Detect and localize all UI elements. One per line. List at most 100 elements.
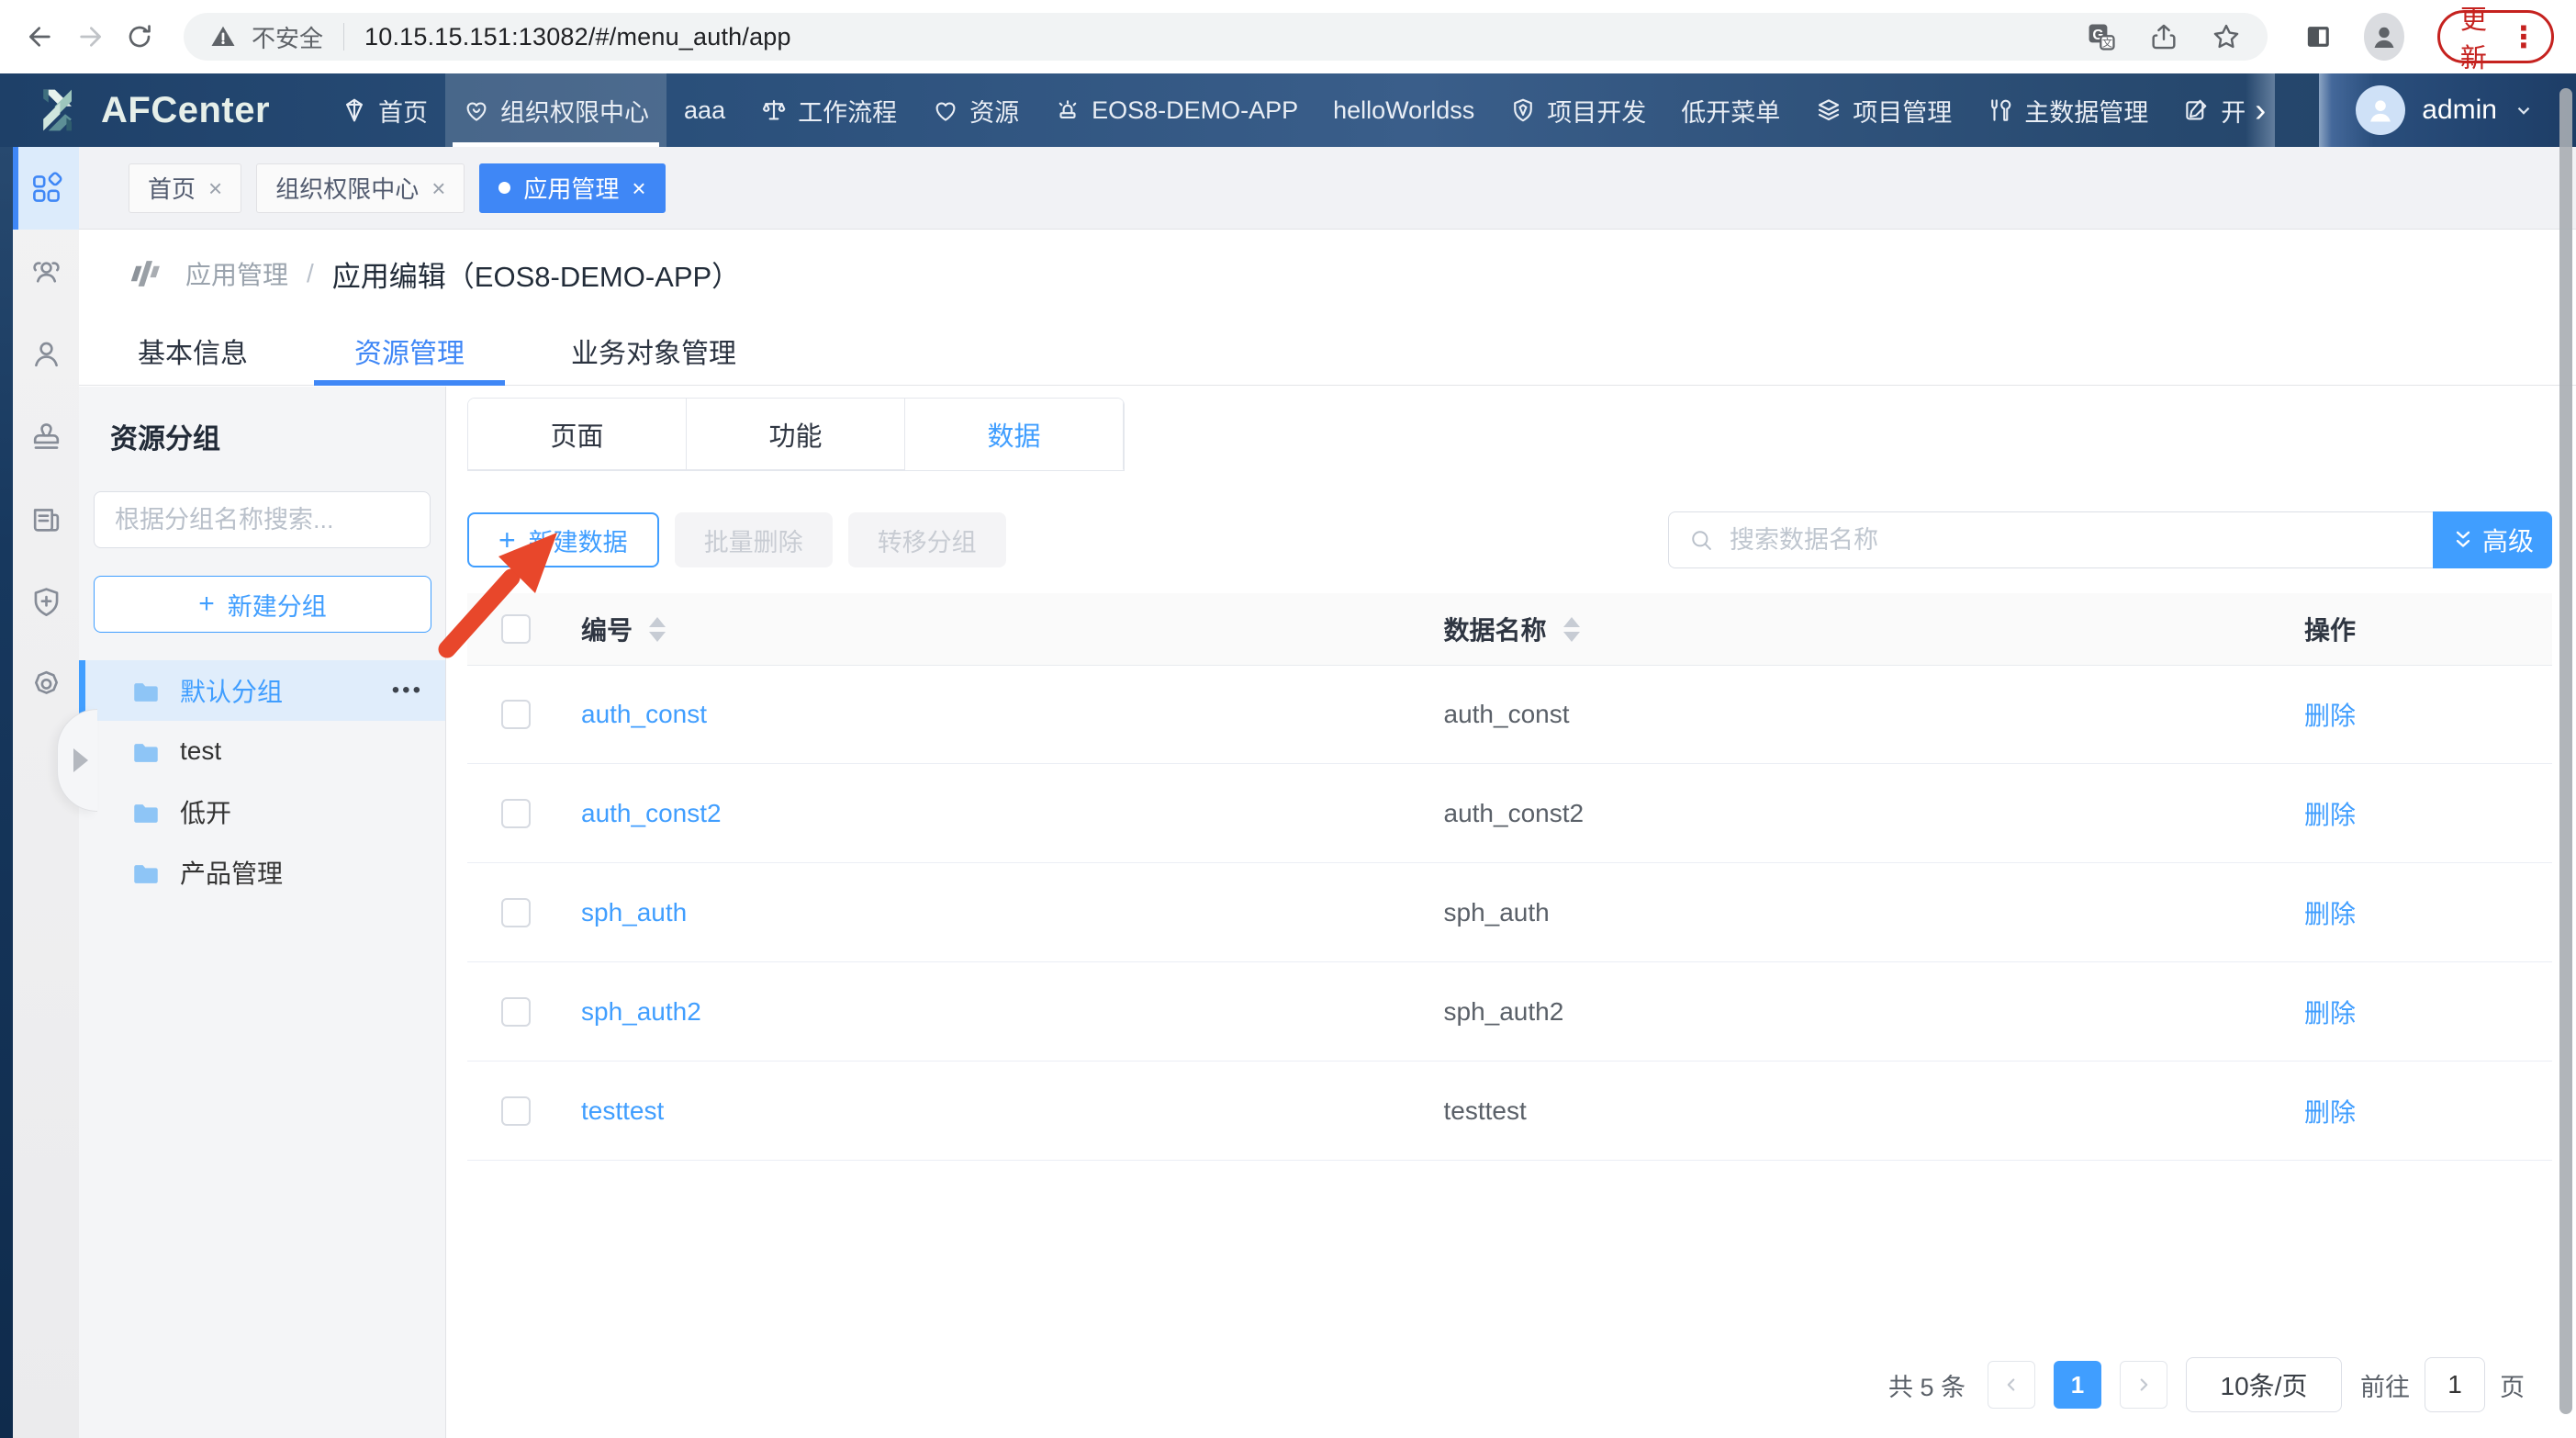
window-edge-strip <box>0 73 13 1438</box>
group-list-item[interactable]: 默认分组 ••• <box>79 660 445 721</box>
profile-icon[interactable] <box>2364 13 2404 61</box>
row-checkbox[interactable] <box>501 997 531 1027</box>
header-nav-item[interactable]: 项目开发 <box>1492 73 1663 147</box>
close-icon[interactable]: × <box>208 176 222 200</box>
sidebar-rail-item[interactable] <box>13 395 79 477</box>
sidebar-rail-item[interactable] <box>13 560 79 643</box>
sidebar-rail-item[interactable] <box>13 230 79 312</box>
row-id-link[interactable]: auth_const2 <box>581 799 722 828</box>
breadcrumb-section[interactable]: 应用管理 <box>185 255 288 292</box>
sidebar-rail-item[interactable] <box>13 312 79 395</box>
group-list-item[interactable]: 产品管理 ••• <box>79 842 445 903</box>
group-list-item[interactable]: test ••• <box>79 721 445 781</box>
row-id-link[interactable]: testtest <box>581 1096 664 1126</box>
transfer-group-button[interactable]: 转移分组 <box>848 512 1006 567</box>
advanced-label: 高级 <box>2482 522 2534 558</box>
header-nav-item[interactable]: 项目管理 <box>1798 73 1969 147</box>
delete-link[interactable]: 删除 <box>2304 702 2356 730</box>
side-panel-icon[interactable] <box>2304 20 2333 53</box>
new-group-button[interactable]: + 新建分组 <box>94 576 431 633</box>
page-tab[interactable]: 业务对象管理 <box>571 317 736 385</box>
close-icon[interactable]: × <box>431 176 445 200</box>
row-name: sph_auth <box>1444 898 1550 927</box>
share-icon[interactable] <box>2148 21 2179 52</box>
column-header-name[interactable]: 数据名称 <box>1444 611 1547 647</box>
page-size-select[interactable]: 10条/页 <box>2186 1357 2342 1412</box>
select-all-checkbox[interactable] <box>501 614 531 644</box>
delete-link[interactable]: 删除 <box>2304 801 2356 829</box>
header-nav-item[interactable]: 低开菜单 <box>1663 73 1798 147</box>
translate-icon[interactable]: G文 <box>2086 21 2117 52</box>
reload-icon[interactable] <box>121 18 158 55</box>
delete-link[interactable]: 删除 <box>2304 1098 2356 1127</box>
header-nav-item[interactable]: aaa <box>666 73 743 147</box>
resource-type-tab[interactable]: 页面 <box>468 399 687 470</box>
row-checkbox[interactable] <box>501 700 531 729</box>
header-nav: 首页 组织权限中心 aaa 工作流程 资源 EOS8-DEMO-APP hell… <box>323 73 2246 147</box>
resource-type-tab[interactable]: 功能 <box>687 399 905 470</box>
header-nav-item[interactable]: helloWorldss <box>1316 73 1492 147</box>
sort-icon[interactable] <box>649 617 666 642</box>
back-icon[interactable] <box>22 18 59 55</box>
page-tab[interactable]: 基本信息 <box>138 317 248 385</box>
main-content: 页面 功能 数据 + 新建数据 批量删除 转移分组 高级 <box>446 387 2576 1438</box>
header-nav-item[interactable]: 主数据管理 <box>1969 73 2166 147</box>
header-nav-item[interactable]: EOS8-DEMO-APP <box>1036 73 1316 147</box>
heart-badge-icon <box>463 96 490 124</box>
folder-icon <box>130 859 162 886</box>
nav-overflow-chevron-icon[interactable]: › <box>2246 73 2275 147</box>
sidebar-rail-item[interactable] <box>13 477 79 560</box>
workspace-tab[interactable]: 应用管理 × <box>479 163 665 213</box>
app-logo[interactable]: AFCenter <box>0 73 323 147</box>
prev-page-button[interactable] <box>1988 1361 2035 1409</box>
group-search-input[interactable] <box>94 491 431 548</box>
address-bar[interactable]: 不安全 10.15.15.151:13082/#/menu_auth/app G… <box>184 13 2268 61</box>
next-page-button[interactable] <box>2120 1361 2167 1409</box>
page-tab[interactable]: 资源管理 <box>354 317 465 385</box>
column-header-id[interactable]: 编号 <box>581 611 633 647</box>
row-checkbox[interactable] <box>501 1096 531 1126</box>
header-nav-item[interactable]: 首页 <box>323 73 445 147</box>
user-menu[interactable]: admin <box>2319 73 2576 147</box>
batch-delete-button[interactable]: 批量删除 <box>675 512 833 567</box>
row-id-link[interactable]: sph_auth <box>581 898 687 927</box>
data-search-input[interactable] <box>1668 511 2433 568</box>
workspace-tab[interactable]: 组织权限中心 × <box>256 163 465 213</box>
header-nav-item[interactable]: 开 <box>2166 73 2246 147</box>
url-text[interactable]: 10.15.15.151:13082/#/menu_auth/app <box>364 23 791 51</box>
goto-prefix: 前往 <box>2360 1367 2410 1403</box>
row-id-link[interactable]: sph_auth2 <box>581 997 701 1027</box>
row-checkbox[interactable] <box>501 799 531 828</box>
workspace-tab-label: 组织权限中心 <box>275 171 419 205</box>
nav-item-label: 项目开发 <box>1547 93 1646 129</box>
security-warning-icon[interactable] <box>209 23 237 51</box>
header-nav-item[interactable]: 组织权限中心 <box>445 73 666 147</box>
sidebar-rail-item[interactable] <box>13 147 79 230</box>
goto-page-input[interactable] <box>2425 1357 2485 1412</box>
current-page-button[interactable]: 1 <box>2054 1361 2101 1409</box>
close-icon[interactable]: × <box>632 176 645 200</box>
forward-icon[interactable] <box>72 18 108 55</box>
browser-update-button[interactable]: 更新 ⋮ <box>2437 10 2554 63</box>
delete-link[interactable]: 删除 <box>2304 999 2356 1028</box>
header-nav-item[interactable]: 资源 <box>914 73 1036 147</box>
security-label[interactable]: 不安全 <box>252 20 323 54</box>
group-list-item[interactable]: 低开 ••• <box>79 781 445 842</box>
resource-type-tab[interactable]: 数据 <box>905 399 1124 470</box>
page-scrollbar[interactable] <box>2559 88 2572 1414</box>
nav-item-label: 工作流程 <box>798 93 897 129</box>
sort-icon[interactable] <box>1563 617 1580 642</box>
new-data-button[interactable]: + 新建数据 <box>467 512 659 567</box>
more-options-icon[interactable]: ••• <box>392 678 423 703</box>
delete-link[interactable]: 删除 <box>2304 900 2356 928</box>
bookmark-star-icon[interactable] <box>2211 21 2242 52</box>
row-id-link[interactable]: auth_const <box>581 700 707 729</box>
advanced-search-button[interactable]: 高级 <box>2433 511 2552 568</box>
header-nav-item[interactable]: 工作流程 <box>743 73 914 147</box>
nav-item-label: 开 <box>2221 93 2246 129</box>
group-list: 默认分组 ••• test ••• 低开 ••• 产品管理 ••• <box>79 660 445 903</box>
row-checkbox[interactable] <box>501 898 531 927</box>
workspace-tab[interactable]: 首页 × <box>129 163 241 213</box>
sidebar-rail-item[interactable] <box>13 643 79 725</box>
browser-menu-dots-icon[interactable]: ⋮ <box>2509 19 2538 54</box>
